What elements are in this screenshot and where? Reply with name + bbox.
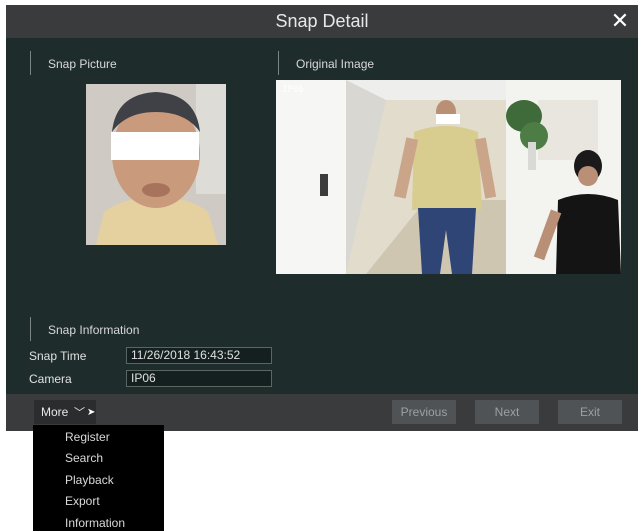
close-icon[interactable]: ✕ xyxy=(608,9,632,33)
snap-time-field: 11/26/2018 16:43:52 xyxy=(126,347,272,364)
exit-button[interactable]: Exit xyxy=(558,400,622,424)
snap-picture xyxy=(86,84,226,245)
original-image: IP06 xyxy=(276,80,621,274)
snap-picture-label: Snap Picture xyxy=(30,51,117,75)
menu-item-register[interactable]: Register xyxy=(65,430,110,444)
title-bar: Snap Detail ✕ xyxy=(6,5,638,38)
menu-item-search[interactable]: Search xyxy=(65,451,103,465)
cursor-icon: ➤ xyxy=(87,407,96,418)
overlay-channel-text: IP06 xyxy=(282,85,304,95)
more-label: More xyxy=(41,405,69,419)
camera-field: IP06 xyxy=(126,370,272,387)
snap-detail-dialog: Snap Detail ✕ Snap Picture Original Imag… xyxy=(6,5,638,431)
original-image-label: Original Image xyxy=(278,51,374,75)
dialog-title: Snap Detail xyxy=(275,11,369,31)
snap-information-label: Snap Information xyxy=(30,317,139,341)
corridor-scene-image: IP06 xyxy=(276,80,621,274)
chevron-down-icon: ﹀ xyxy=(74,407,85,419)
next-button[interactable]: Next xyxy=(475,400,539,424)
camera-label: Camera xyxy=(29,372,72,386)
previous-button[interactable]: Previous xyxy=(392,400,456,424)
more-dropdown-menu: Register Search Playback Export Informat… xyxy=(33,425,164,531)
face-crop-image xyxy=(86,84,226,245)
more-button[interactable]: More ﹀ ➤ xyxy=(34,400,96,424)
snap-time-label: Snap Time xyxy=(29,349,87,363)
menu-item-playback[interactable]: Playback xyxy=(65,473,114,487)
menu-item-export[interactable]: Export xyxy=(65,494,100,508)
menu-item-information[interactable]: Information xyxy=(65,516,125,530)
